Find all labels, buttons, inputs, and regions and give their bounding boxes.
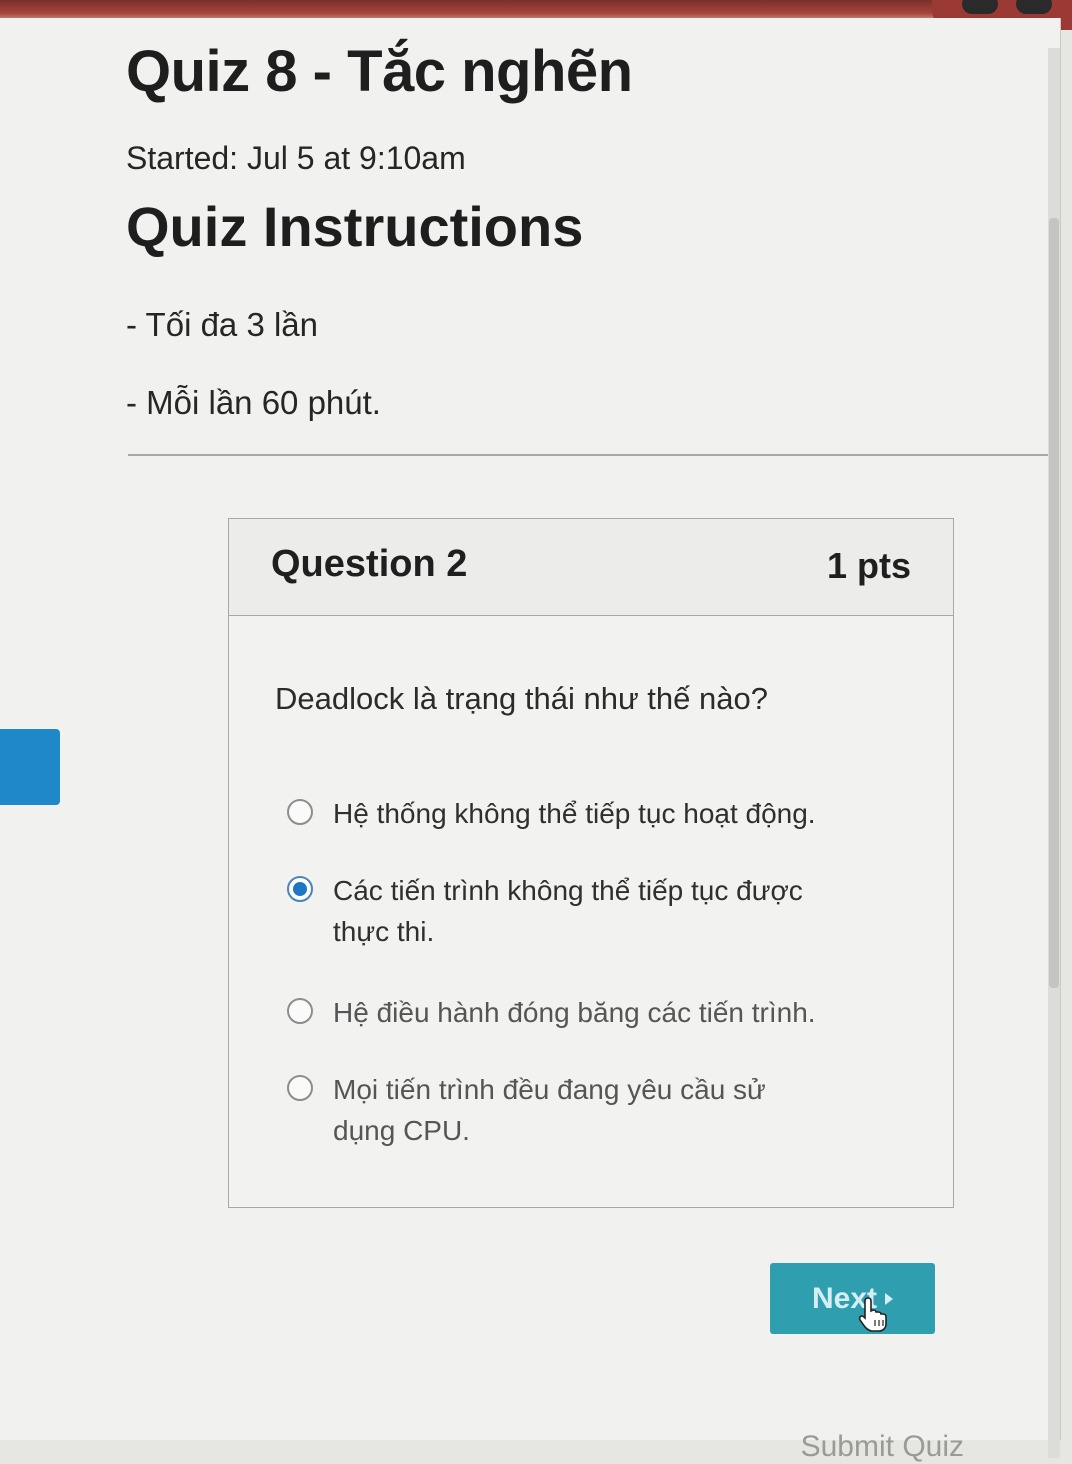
- next-button[interactable]: Next: [770, 1263, 935, 1334]
- answer-option-label: Các tiến trình không thể tiếp tục được t…: [333, 875, 803, 947]
- answer-option[interactable]: Hệ thống không thể tiếp tục hoạt động.: [287, 793, 887, 834]
- answer-option[interactable]: Các tiến trình không thể tiếp tục được t…: [287, 870, 847, 952]
- instruction-line: - Tối đa 3 lần: [126, 306, 319, 343]
- instructions-heading: Quiz Instructions: [126, 195, 584, 258]
- question-text: Deadlock là trạng thái như thế nào?: [275, 681, 768, 716]
- answer-option[interactable]: Mọi tiến trình đều đang yêu cầu sử dụng …: [287, 1069, 827, 1151]
- answer-option[interactable]: Hệ điều hành đóng băng các tiến trình.: [287, 992, 887, 1033]
- side-panel-tab[interactable]: [0, 729, 60, 805]
- answer-option-label: Hệ thống không thể tiếp tục hoạt động.: [333, 798, 816, 829]
- radio-button-selected[interactable]: [287, 876, 313, 902]
- star-icon[interactable]: [962, 0, 998, 14]
- question-title: Question 2: [271, 543, 468, 585]
- question-points: 1 pts: [826, 545, 911, 586]
- scrollbar-thumb[interactable]: [1049, 218, 1059, 988]
- submit-quiz-button[interactable]: Submit Quiz: [801, 1430, 964, 1464]
- question-header: Question 2 1 pts: [229, 519, 953, 616]
- quiz-page: Quiz 8 - Tắc nghẽn Started: Jul 5 at 9:1…: [0, 18, 1061, 1463]
- started-time: Started: Jul 5 at 9:10am: [126, 140, 466, 176]
- hand-pointer-icon: [858, 1297, 887, 1332]
- question-card: Question 2 1 pts Deadlock là trạng thái …: [228, 518, 954, 1208]
- answer-option-label: Hệ điều hành đóng băng các tiến trình.: [333, 997, 816, 1028]
- quiz-title: Quiz 8 - Tắc nghẽn: [126, 39, 633, 104]
- radio-button[interactable]: [287, 799, 313, 825]
- quiz-footer: Submit Quiz: [480, 1430, 970, 1463]
- section-divider: [128, 454, 1048, 456]
- profile-icon[interactable]: [1016, 0, 1052, 14]
- radio-button[interactable]: [287, 998, 313, 1024]
- radio-button[interactable]: [287, 1075, 313, 1101]
- instruction-line: - Mỗi lần 60 phút.: [126, 384, 381, 421]
- scrollbar[interactable]: [1048, 48, 1060, 1458]
- answer-option-label: Mọi tiến trình đều đang yêu cầu sử dụng …: [333, 1074, 766, 1146]
